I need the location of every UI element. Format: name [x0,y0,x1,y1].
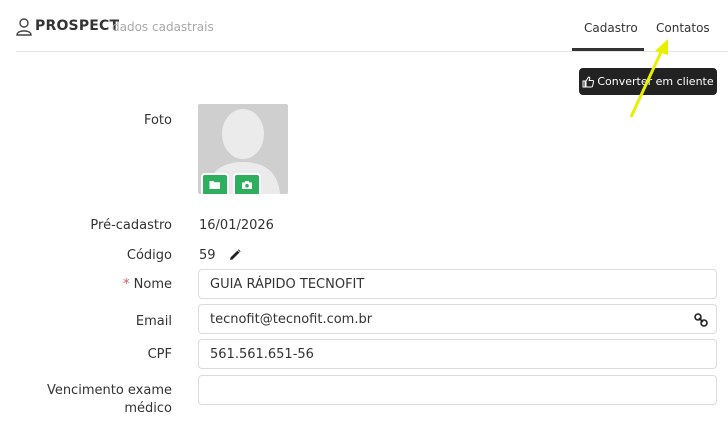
page-title: PROSPECT [35,18,120,34]
take-photo-button[interactable] [233,173,261,194]
pencil-icon[interactable] [229,249,241,261]
vencimento-label-line2: médico [124,401,172,416]
cpf-label: CPF [147,347,172,362]
email-label: Email [135,314,172,329]
pre-cadastro-value: 16/01/2026 [199,218,274,233]
nome-field-value: GUIA RÁPIDO TECNOFIT [210,276,365,292]
tab-cadastro[interactable]: Cadastro [584,21,638,35]
required-marker: * [123,277,130,292]
vencimento-field[interactable] [198,375,717,405]
vencimento-label: Vencimento exame médico [12,382,172,418]
thumbs-up-icon [582,75,595,87]
email-field[interactable]: tecnofit@tecnofit.com.br [198,304,717,334]
page-header: PROSPECT dados cadastrais Cadastro Conta… [0,0,728,52]
email-field-value: tecnofit@tecnofit.com.br [210,311,373,327]
folder-icon [209,181,220,189]
header-divider [16,51,728,52]
avatar [198,104,288,194]
link-icon[interactable] [694,313,708,327]
upload-photo-button[interactable] [201,173,229,194]
vencimento-label-line1: Vencimento exame [46,383,172,398]
convert-to-client-label: Converter em cliente [597,75,714,88]
codigo-label: Código [126,248,172,263]
pre-cadastro-label: Pré-cadastro [90,218,172,233]
foto-label: Foto [143,113,172,128]
cpf-field[interactable]: 561.561.651-56 [198,339,717,369]
camera-icon [242,181,252,189]
nome-label-text: Nome [133,277,172,292]
tab-contatos[interactable]: Contatos [656,21,710,35]
page-subtitle: dados cadastrais [112,20,214,34]
nome-label: * Nome [12,277,172,292]
user-icon [16,18,32,36]
convert-to-client-button[interactable]: Converter em cliente [579,68,717,95]
codigo-value: 59 [199,248,216,263]
nome-field[interactable]: GUIA RÁPIDO TECNOFIT [198,269,717,299]
cpf-field-value: 561.561.651-56 [210,346,314,362]
